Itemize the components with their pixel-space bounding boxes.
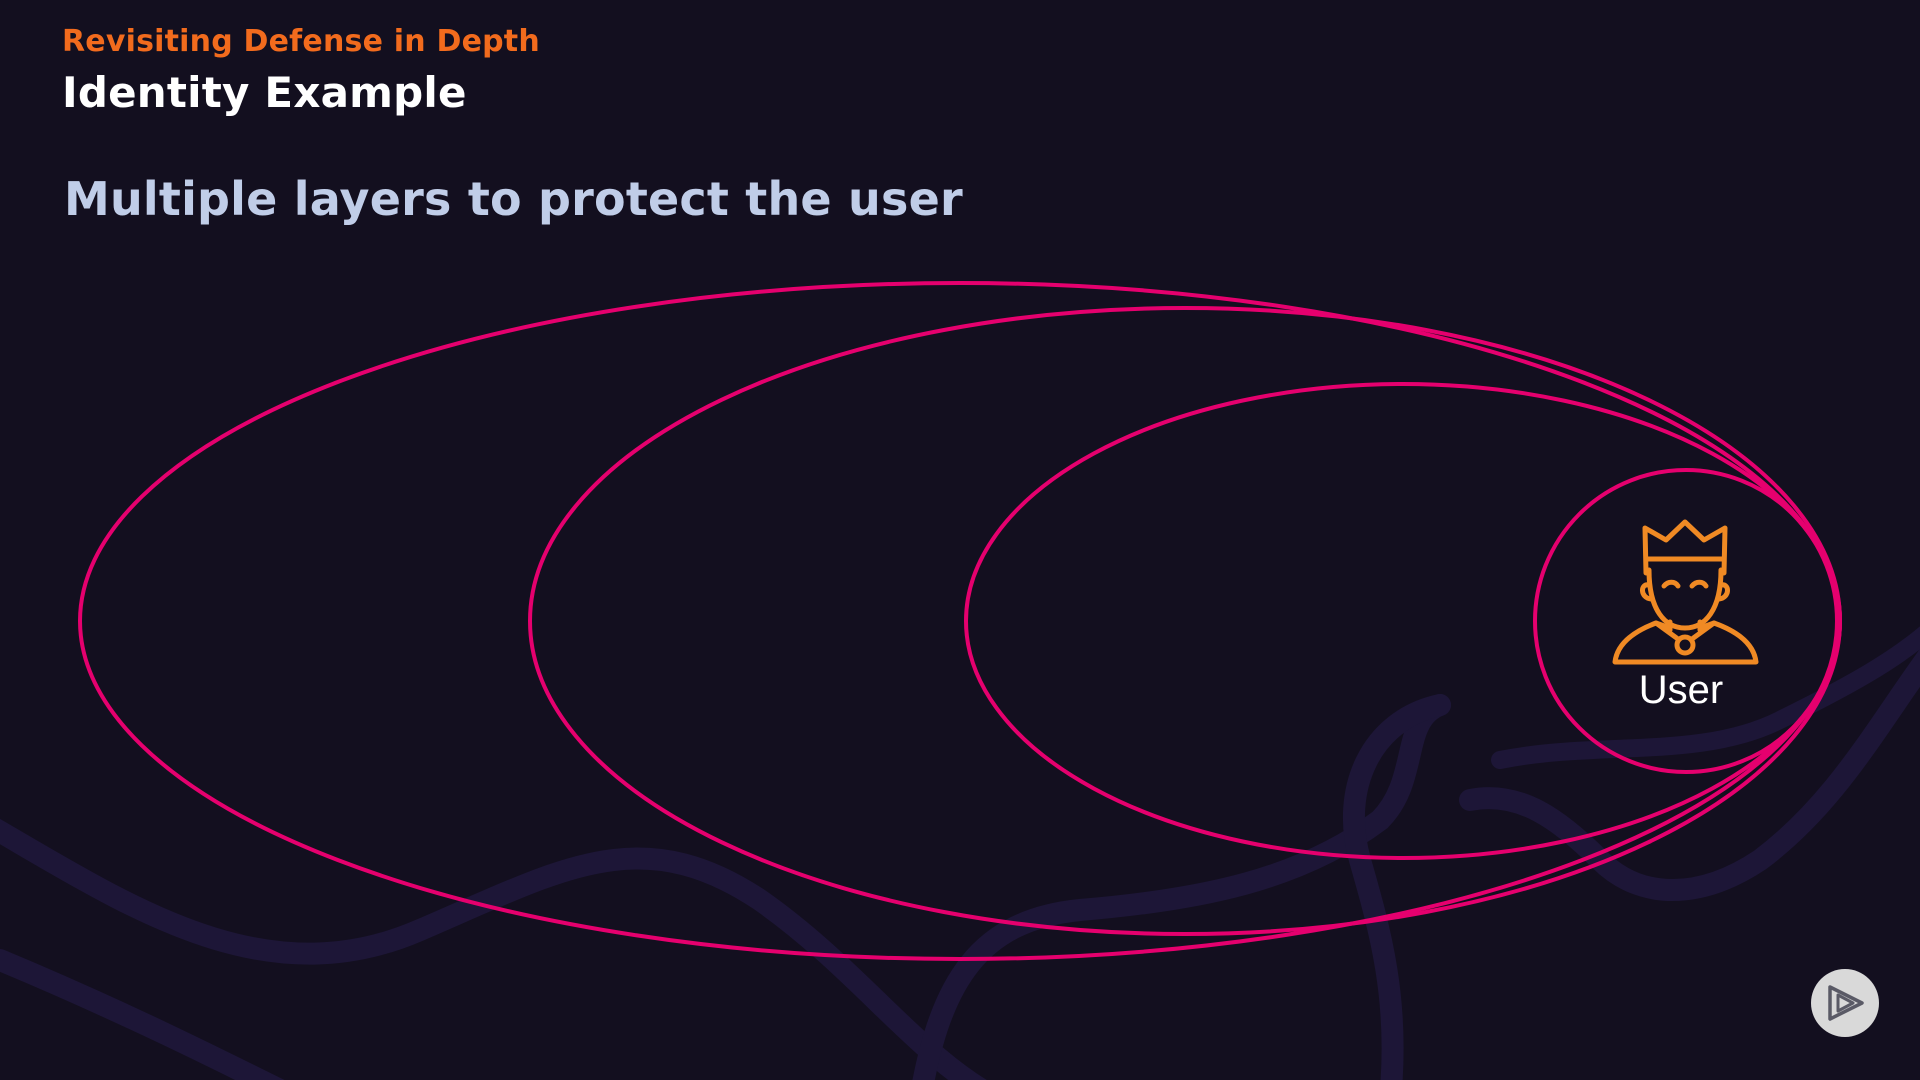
layer-outer-ellipse: [78, 281, 1842, 961]
slide: Revisiting Defense in Depth Identity Exa…: [0, 0, 1920, 1080]
defense-layers-diagram: [78, 281, 1842, 961]
king-user-icon: [1612, 519, 1759, 665]
layer-second-ellipse: [528, 306, 1842, 936]
layer-third-ellipse: [964, 382, 1842, 860]
user-label: User: [1638, 668, 1724, 712]
play-button[interactable]: [1810, 968, 1880, 1038]
play-icon: [1811, 969, 1879, 1037]
layer-user-circle: [1533, 468, 1839, 774]
